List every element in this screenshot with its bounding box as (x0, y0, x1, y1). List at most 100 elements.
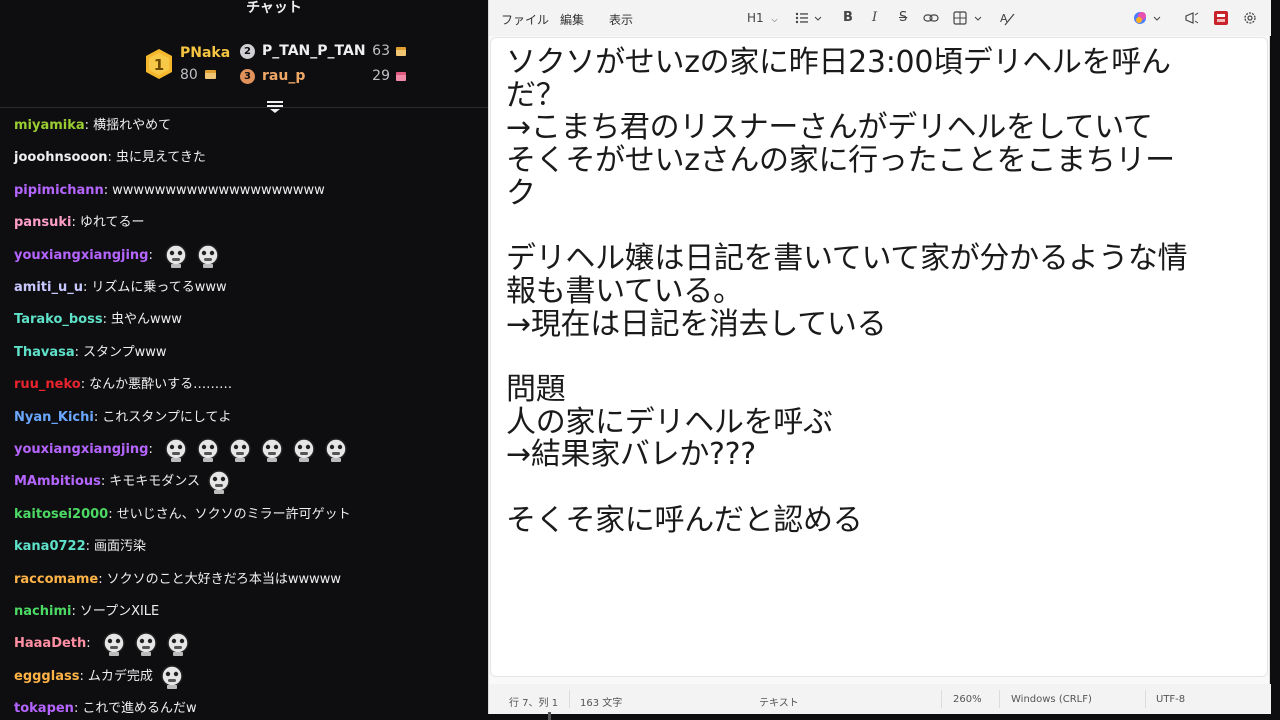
chat-emote-icon[interactable] (259, 437, 285, 463)
chat-separator: : (84, 118, 90, 133)
chat-username[interactable]: MAmbitious (14, 468, 101, 496)
status-divider (999, 690, 1000, 708)
chat-separator: : (93, 409, 99, 425)
chat-emote-icon[interactable] (323, 437, 349, 463)
chat-text: なんか悪酔いする……… (89, 377, 233, 393)
notepad-window: ファイル 編集 表示 H1 ⌵ B I S A ソクソがせいzの家に昨日23:0… (488, 0, 1271, 714)
chat-separator: : (100, 474, 106, 490)
chat-message: pipimichann: wwwwwwwwwwwwwwwwwwww (14, 177, 325, 205)
chat-username[interactable]: pansuki (14, 209, 71, 237)
menu-file[interactable]: ファイル (501, 11, 549, 28)
chat-message: eggglass: ムカデ完成 (14, 663, 185, 691)
status-divider (569, 690, 570, 708)
chat-separator: : (80, 377, 86, 393)
chat-separator: : (71, 215, 76, 231)
chat-emote-icon[interactable] (163, 243, 189, 269)
announcements-button[interactable] (1184, 9, 1200, 27)
chat-username[interactable]: Tarako_boss (14, 306, 103, 334)
leaderboard: 1 PNaka 80 2 P_TAN_P_TAN 63 3 rau_p 29 (0, 22, 548, 113)
strikethrough-button[interactable]: S (899, 9, 907, 27)
format-mode[interactable]: テキスト (759, 694, 799, 709)
chat-emote-icon[interactable] (165, 631, 191, 657)
leaderboard-first-score: 80 (180, 67, 198, 83)
chat-message: Thavasa: スタンプwww (14, 339, 167, 367)
heading-label: H1 (747, 11, 764, 25)
menu-edit[interactable]: 編集 (560, 11, 584, 28)
chat-username[interactable]: raccomame (14, 566, 98, 594)
chat-emote-icon[interactable] (195, 243, 221, 269)
chat-username[interactable]: jooohnsooon (14, 144, 108, 172)
chat-text: せいじさん、ソクソのミラー許可ゲット (116, 506, 351, 522)
profile-avatar-icon (1214, 11, 1228, 25)
link-button[interactable] (923, 9, 939, 27)
chat-username[interactable]: miyamika (14, 112, 85, 140)
chat-separator: : (79, 668, 84, 684)
chat-emote-icon[interactable] (159, 664, 185, 690)
gold-rank-badge-icon: 1 (146, 49, 172, 79)
chat-message: raccomame: ソクソのこと大好きだろ本当はwwwww (14, 566, 341, 594)
chat-separator: : (148, 247, 153, 263)
chat-username[interactable]: youxiangxiangjing (14, 242, 148, 270)
chat-emote-icon[interactable] (101, 631, 127, 657)
chat-username[interactable]: tokapen (14, 695, 74, 720)
copilot-dropdown[interactable] (1133, 9, 1163, 27)
italic-button[interactable]: I (872, 9, 877, 27)
bronze-rank-badge-icon: 3 (240, 69, 255, 84)
leaderboard-third-name[interactable]: rau_p (262, 68, 305, 84)
leaderboard-first-name[interactable]: PNaka (180, 45, 230, 61)
chat-message: youxiangxiangjing: (14, 436, 349, 464)
chat-emote-icon[interactable] (133, 631, 159, 657)
chat-username[interactable]: ruu_neko (14, 371, 81, 399)
chat-message: amiti_u_u: リズムに乗ってるwww (14, 274, 227, 302)
chat-username[interactable]: youxiangxiangjing (14, 436, 148, 464)
bold-button[interactable]: B (843, 9, 853, 27)
chat-text: ムカデ完成 (87, 668, 153, 684)
heading-dropdown[interactable]: H1 ⌵ (747, 9, 778, 27)
chat-message: kaitosei2000: せいじさん、ソクソのミラー許可ゲット (14, 501, 351, 529)
chat-message: tokapen: これで進めるんだw (14, 695, 197, 720)
table-icon (953, 11, 982, 25)
panel-divider-handle[interactable] (548, 712, 551, 720)
list-dropdown[interactable] (795, 9, 823, 27)
document-content[interactable]: ソクソがせいzの家に昨日23:00頃デリヘルを呼ん だ？ →こまち君のリスナーさ… (506, 46, 1188, 538)
leaderboard-second-score: 63 (372, 43, 390, 59)
clear-formatting-icon: A (1000, 12, 1015, 26)
chat-separator: : (98, 571, 103, 587)
chat-emote-icon[interactable] (163, 437, 189, 463)
chat-message: pansuki: ゆれてるー (14, 209, 144, 237)
chat-username[interactable]: eggglass (14, 663, 79, 691)
account-button[interactable] (1213, 9, 1229, 27)
chat-username[interactable]: kana0722 (14, 533, 86, 561)
zoom-level[interactable]: 260% (953, 694, 982, 705)
chat-username[interactable]: kaitosei2000 (14, 501, 108, 529)
chat-text: wwwwwwwwwwwwwwwwwwww (112, 182, 325, 198)
encoding[interactable]: UTF-8 (1156, 694, 1185, 705)
rank-number: 1 (154, 56, 164, 74)
menu-view[interactable]: 表示 (609, 11, 633, 28)
bulleted-list-icon (795, 12, 822, 24)
chat-message: MAmbitious: キモキモダンス (14, 468, 232, 496)
chat-separator: : (74, 344, 80, 360)
clear-formatting-button[interactable]: A (999, 9, 1015, 27)
chat-text: これスタンプにしてよ (102, 409, 232, 425)
chat-username[interactable]: HaaaDeth (14, 630, 86, 658)
chat-username[interactable]: nachimi (14, 598, 71, 626)
copilot-icon (1134, 12, 1161, 24)
silver-rank-badge-icon: 2 (240, 44, 255, 59)
text-editor[interactable]: ソクソがせいzの家に昨日23:00頃デリヘルを呼ん だ？ →こまち君のリスナーさ… (490, 37, 1268, 677)
collapse-leaderboard-icon[interactable] (266, 100, 284, 114)
table-dropdown[interactable] (953, 9, 987, 27)
settings-button[interactable] (1242, 9, 1258, 27)
chat-username[interactable]: Thavasa (14, 339, 75, 367)
chat-separator: : (102, 312, 107, 328)
chat-separator: : (73, 701, 79, 717)
chat-text: 虫やんwww (110, 312, 182, 328)
chat-username[interactable]: amiti_u_u (14, 274, 83, 302)
chat-username[interactable]: Nyan_Kichi (14, 404, 94, 432)
chat-emote-icon[interactable] (206, 469, 232, 495)
chat-emote-icon[interactable] (195, 437, 221, 463)
line-ending[interactable]: Windows (CRLF) (1011, 694, 1092, 705)
chat-username[interactable]: pipimichann (14, 177, 104, 205)
chat-emote-icon[interactable] (227, 437, 253, 463)
chat-emote-icon[interactable] (291, 437, 317, 463)
